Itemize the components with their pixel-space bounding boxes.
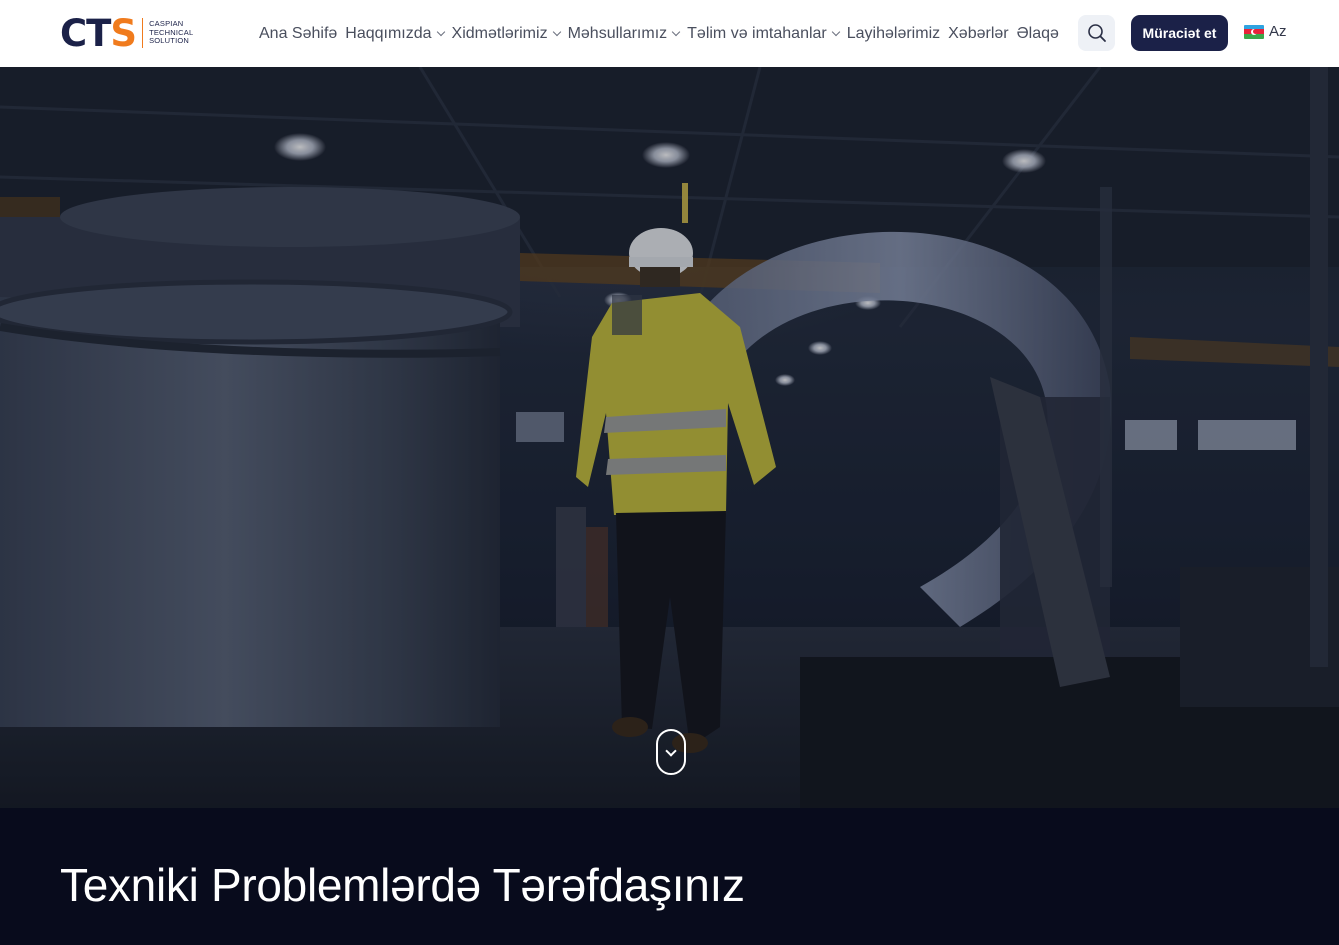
logo-text-main: CT <box>60 11 111 55</box>
nav-item-label: Təlim və imtahanlar <box>687 24 827 42</box>
logo-divider <box>142 18 144 48</box>
main-nav: Ana Səhifə Haqqımızda Xidmətlərimiz Məhs… <box>259 0 1067 67</box>
search-button[interactable] <box>1078 15 1115 51</box>
site-logo[interactable]: CT S CASPIAN TECHNICAL SOLUTION <box>60 11 193 55</box>
nav-item-label: Əlaqə <box>1016 24 1059 42</box>
search-icon <box>1087 24 1106 42</box>
language-label: Az <box>1269 23 1287 40</box>
scroll-down-button[interactable] <box>656 729 686 775</box>
nav-item-label: Xidmətlərimiz <box>451 24 548 42</box>
nav-item-label: Haqqımızda <box>345 24 432 42</box>
nav-item-label: Məhsullarımız <box>567 24 668 42</box>
chevron-down-icon <box>831 27 840 37</box>
logo-subtitle: CASPIAN TECHNICAL SOLUTION <box>149 20 193 46</box>
nav-item-label: Ana Səhifə <box>259 24 338 42</box>
hero-background-image <box>0 67 1339 808</box>
nav-item-training[interactable]: Təlim və imtahanlar <box>687 24 840 43</box>
tagline-section: Texniki Problemlərdə Tərəfdaşınız <box>0 808 1339 945</box>
logo-sub-line: SOLUTION <box>149 36 190 46</box>
azerbaijan-flag-icon <box>1244 24 1264 39</box>
tagline-heading: Texniki Problemlərdə Tərəfdaşınız <box>60 859 745 911</box>
language-switcher[interactable]: Az <box>1244 23 1287 40</box>
nav-item-label: Layihələrimiz <box>846 24 941 42</box>
nav-item-contact[interactable]: Əlaqə <box>1017 25 1059 43</box>
chevron-down-icon <box>671 27 681 37</box>
scroll-down-icon <box>665 745 677 757</box>
hero-section <box>0 67 1339 808</box>
logo-text-accent: S <box>110 11 137 55</box>
nav-item-projects[interactable]: Layihələrimiz <box>847 25 940 43</box>
chevron-down-icon <box>436 27 445 37</box>
apply-button[interactable]: Müraciət et <box>1131 15 1228 51</box>
chevron-down-icon <box>552 27 561 37</box>
logo-mark: CT S <box>60 11 137 55</box>
nav-item-about[interactable]: Haqqımızda <box>345 24 445 43</box>
nav-item-products[interactable]: Məhsullarımız <box>567 24 681 43</box>
nav-item-label: Xəbərlər <box>948 24 1009 42</box>
nav-item-news[interactable]: Xəbərlər <box>948 25 1008 43</box>
nav-item-home[interactable]: Ana Səhifə <box>259 25 337 43</box>
site-header: CT S CASPIAN TECHNICAL SOLUTION Ana Səhif… <box>0 0 1339 67</box>
nav-item-services[interactable]: Xidmətlərimiz <box>451 24 561 43</box>
